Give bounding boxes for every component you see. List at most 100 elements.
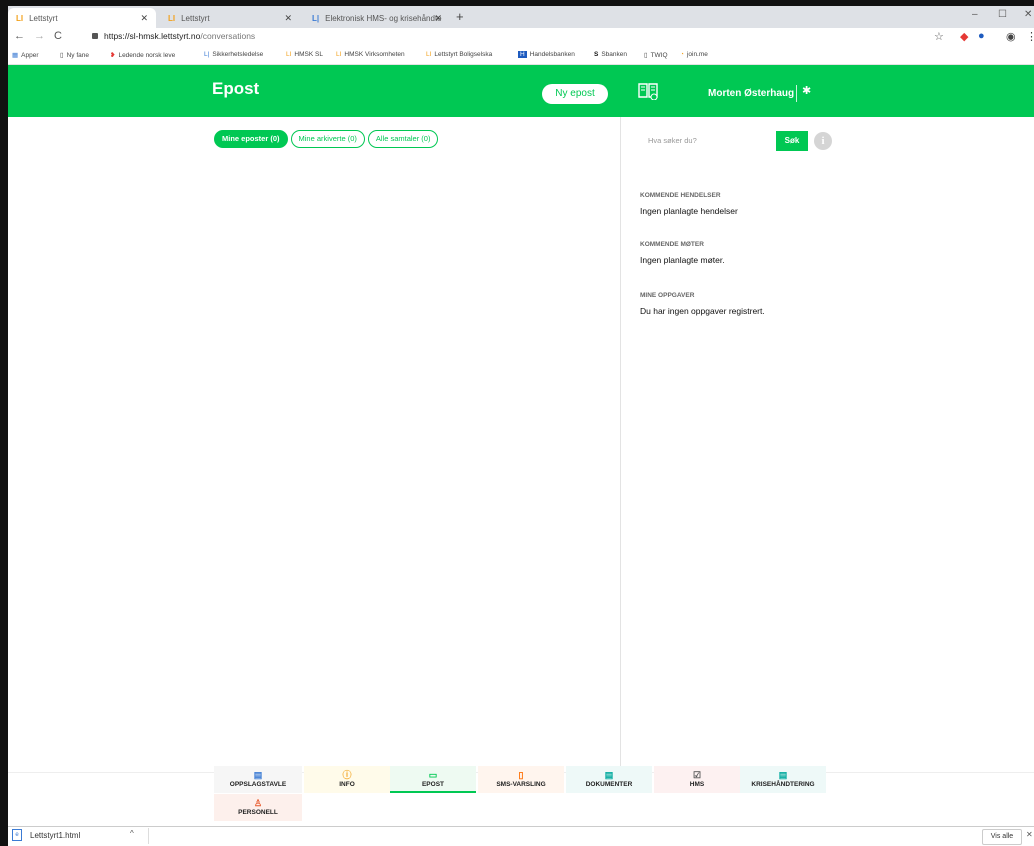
section-heading-events: KOMMENDE HENDELSER — [640, 192, 721, 199]
filter-alle-samtaler[interactable]: Alle samtaler (0) — [367, 130, 439, 148]
maximize-icon[interactable]: ☐ — [998, 9, 1007, 20]
close-icon[interactable]: ✕ — [1026, 830, 1033, 839]
bookmark-label: join.me — [686, 51, 708, 58]
bookmark-twiq[interactable]: ▯ TWIQ — [644, 51, 668, 59]
joinme-icon: ◔ — [680, 51, 684, 58]
lettstyrt-favicon: LI — [168, 13, 176, 23]
bookmark-hmsk-virksomheten[interactable]: LI HMSK Virksomheten — [336, 51, 405, 58]
section-text-events: Ingen planlagte hendelser — [640, 206, 738, 216]
forward-icon[interactable]: → — [34, 30, 45, 42]
shield-icon[interactable]: ● — [978, 30, 985, 42]
section-text-meetings: Ingen planlagte møter. — [640, 255, 725, 265]
bookmark-handelsbanken[interactable]: H Handelsbanken — [518, 51, 575, 58]
new-email-button[interactable]: Ny epost — [542, 84, 608, 104]
nav-dokumenter[interactable]: ▤ DOKUMENTER — [566, 766, 652, 793]
close-icon[interactable]: ✕ — [434, 13, 442, 24]
nav-label: INFO — [339, 781, 355, 788]
section-heading-meetings: KOMMENDE MØTER — [640, 241, 704, 248]
s-icon: S — [594, 51, 599, 58]
lettstyrt-icon: LI — [426, 51, 432, 58]
board-icon: ▤ — [253, 770, 263, 780]
bookmark-label: Apper — [21, 52, 39, 59]
download-item[interactable]: e Lettstyrt1.html — [8, 829, 80, 841]
download-bar — [8, 826, 1034, 846]
bookmark-lettstyrt-boligselska[interactable]: LI Lettstyrt Boligselska — [426, 51, 492, 58]
nav-epost[interactable]: ▭ EPOST — [390, 766, 476, 793]
nav-krisehandtering[interactable]: ▤ KRISEHÅNDTERING — [740, 766, 826, 793]
bookmark-label: Handelsbanken — [529, 51, 575, 58]
back-icon[interactable]: ← — [14, 30, 25, 42]
nav-label: DOKUMENTER — [585, 781, 633, 788]
window-close-icon[interactable]: ✕ — [1024, 9, 1032, 20]
show-all-button[interactable]: Vis alle — [982, 829, 1022, 845]
bookmark-label: Sbanken — [601, 51, 628, 58]
bookmark-ledende[interactable]: ❥ Ledende norsk leve — [110, 51, 175, 59]
browser-tab-3[interactable]: L| Elektronisk HMS- og krisehåndte ✕ — [304, 8, 450, 28]
nav-hms[interactable]: ☑ HMS — [654, 766, 740, 793]
tab-title: Elektronisk HMS- og krisehåndte — [325, 13, 442, 23]
filter-mine-eposter[interactable]: Mine eposter (0) — [214, 130, 288, 148]
menu-icon[interactable]: ⋮ — [1026, 30, 1034, 43]
bookmark-label: Sikkerhetsledelse — [212, 51, 264, 58]
phone-icon: ▯ — [518, 770, 524, 780]
nav-sms-varsling[interactable]: ▯ SMS-VARSLING — [478, 766, 564, 793]
filter-mine-arkiverte[interactable]: Mine arkiverte (0) — [290, 130, 365, 148]
bookmark-apper[interactable]: ▦ Apper — [12, 51, 39, 59]
bookmark-label: HMSK Virksomheten — [344, 51, 405, 58]
nav-label: KRISEHÅNDTERING — [751, 781, 815, 788]
browser-tab-1[interactable]: LI Lettstyrt ✕ — [8, 8, 156, 28]
url-host: https://sl-hmsk.lettstyrt.no — [104, 31, 201, 41]
page-icon: ▯ — [60, 52, 64, 59]
file-icon: e — [12, 829, 22, 841]
section-heading-tasks: MINE OPPGAVER — [640, 292, 695, 299]
close-icon[interactable]: ✕ — [284, 13, 292, 24]
header-divider — [796, 85, 797, 102]
book-icon[interactable] — [638, 82, 658, 100]
bookmark-label: Ledende norsk leve — [118, 52, 176, 59]
bookmark-sikkerhetsledelse[interactable]: L| Sikkerhetsledelse — [204, 51, 263, 58]
tab-title: Lettstyrt — [29, 13, 58, 23]
lettstyrt-icon: LI — [286, 51, 292, 58]
search-input[interactable]: Hva søker du? — [642, 131, 776, 151]
nav-label: PERSONELL — [238, 809, 278, 816]
reload-icon[interactable]: C — [54, 30, 62, 42]
chat-icon: ▭ — [428, 770, 438, 780]
minimize-icon[interactable]: – — [972, 9, 978, 20]
bookmark-hmsk-sl[interactable]: LI HMSK SL — [286, 51, 323, 58]
chevron-up-icon[interactable]: ^ — [130, 829, 134, 838]
bookmark-label: Lettstyrt Boligselska — [434, 51, 493, 58]
app-header — [8, 65, 1034, 117]
bookmark-ny-fane[interactable]: ▯ Ny fane — [60, 51, 89, 59]
gear-icon[interactable]: ✱ — [802, 84, 811, 97]
nav-info[interactable]: ⓘ INFO — [304, 766, 390, 793]
filter-pills: Mine eposter (0) Mine arkiverte (0) Alle… — [214, 130, 439, 148]
panel-divider — [620, 117, 621, 772]
download-filename: Lettstyrt1.html — [30, 830, 81, 840]
bookmark-label: Ny fane — [66, 52, 89, 59]
extension-icon[interactable]: ◆ — [960, 30, 968, 43]
lettstyrt-icon: L| — [204, 51, 210, 58]
profile-icon[interactable]: ◉ — [1006, 30, 1016, 43]
nav-label: SMS-VARSLING — [496, 781, 546, 788]
grid-icon: ▦ — [12, 52, 19, 59]
bookmark-sbanken[interactable]: S Sbanken — [594, 51, 627, 58]
nav-oppslagstavle[interactable]: ▤ OPPSLAGSTAVLE — [214, 766, 302, 793]
bookmark-joinme[interactable]: ◔ join.me — [680, 51, 708, 58]
search-button[interactable]: Søk — [776, 131, 808, 151]
browser-tab-2[interactable]: LI Lettstyrt ✕ — [160, 8, 300, 28]
document-icon: ▤ — [604, 770, 614, 780]
url-field[interactable]: https://sl-hmsk.lettstyrt.no/conversatio… — [104, 31, 255, 41]
info-icon[interactable]: i — [814, 132, 832, 150]
bookmark-label: TWIQ — [650, 52, 668, 59]
red-logo-icon: ❥ — [110, 52, 116, 59]
checklist-icon: ☑ — [692, 770, 702, 780]
close-icon[interactable]: ✕ — [140, 13, 148, 24]
nav-label: EPOST — [421, 781, 445, 788]
browser-window: LI Lettstyrt ✕ LI Lettstyrt ✕ L| Elektro… — [8, 6, 1034, 846]
nav-personell[interactable]: ♙ PERSONELL — [214, 794, 302, 821]
new-tab-icon[interactable]: + — [456, 9, 464, 24]
star-icon[interactable]: ☆ — [934, 30, 944, 43]
user-name[interactable]: Morten Østerhaug — [708, 88, 794, 99]
lettstyrt-icon: LI — [336, 51, 342, 58]
section-text-tasks: Du har ingen oppgaver registrert. — [640, 306, 765, 316]
